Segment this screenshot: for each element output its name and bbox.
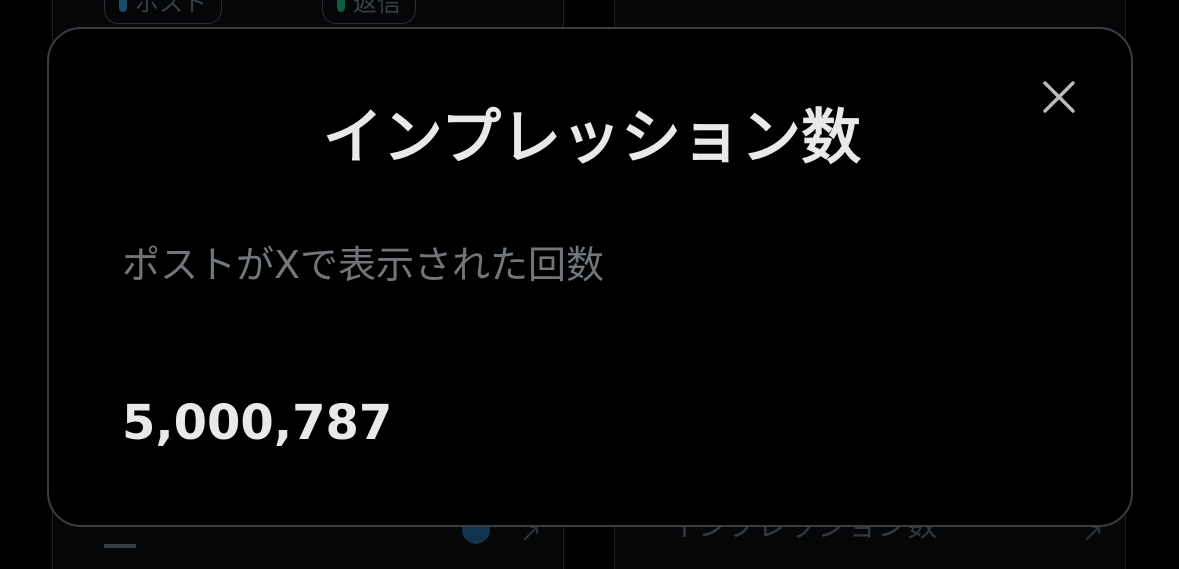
background-chip-posts: ポスト: [104, 0, 222, 24]
app-screen: ポスト 返信 ↗ インプレッション数 ↗ インプレッション数 ポストがXで表示さ…: [0, 0, 1179, 569]
series-dot-icon: [337, 0, 345, 12]
impressions-dialog: インプレッション数 ポストがXで表示された回数 5,000,787: [47, 27, 1133, 527]
impressions-count: 5,000,787: [122, 395, 393, 451]
dialog-description: ポストがXで表示された回数: [122, 243, 605, 287]
dialog-title: インプレッション数: [322, 103, 862, 173]
background-chip-label: 返信: [353, 0, 401, 17]
series-dot-icon: [119, 0, 127, 12]
background-chip-replies: 返信: [322, 0, 416, 24]
background-dash: [104, 544, 136, 548]
background-chip-label: ポスト: [135, 0, 207, 17]
